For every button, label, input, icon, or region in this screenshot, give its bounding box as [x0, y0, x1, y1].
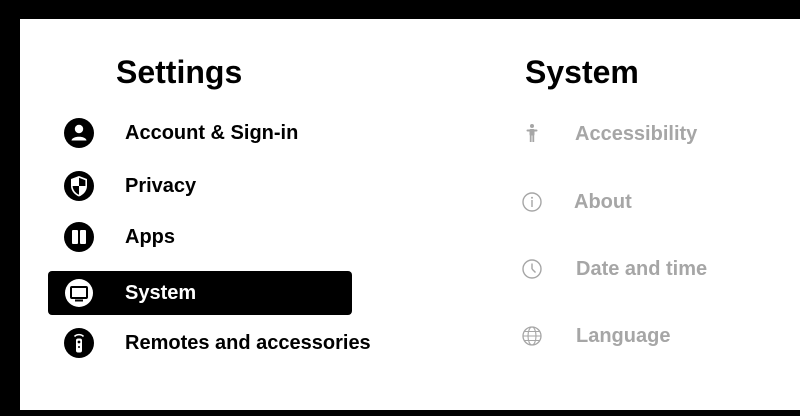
menu-item-remotes-label: Remotes and accessories — [125, 332, 371, 354]
settings-title: Settings — [116, 54, 243, 90]
system-item-language[interactable]: Language — [520, 320, 780, 352]
menu-item-account-label: Account & Sign-in — [125, 122, 299, 144]
system-item-accessibility-label: Accessibility — [575, 123, 698, 145]
system-item-about[interactable]: About — [520, 186, 780, 218]
system-item-accessibility[interactable]: Accessibility — [520, 118, 780, 150]
system-item-language-label: Language — [576, 325, 671, 347]
menu-item-remotes[interactable]: Remotes and accessories — [48, 321, 371, 365]
menu-item-apps[interactable]: Apps — [48, 215, 352, 259]
menu-item-account[interactable]: Account & Sign-in — [48, 111, 352, 155]
menu-item-apps-label: Apps — [125, 226, 175, 248]
menu-item-privacy[interactable]: Privacy — [48, 164, 352, 208]
menu-item-privacy-label: Privacy — [125, 175, 197, 197]
info-icon — [522, 192, 542, 212]
apps-icon — [64, 222, 94, 252]
settings-screen: Settings Account & Sign-in Privacy Apps … — [20, 19, 800, 410]
accessibility-icon — [526, 124, 538, 142]
clock-icon — [522, 259, 542, 279]
tv-frame: Settings Account & Sign-in Privacy Apps … — [0, 0, 800, 416]
system-item-date-time[interactable]: Date and time — [520, 253, 780, 285]
privacy-shield-icon — [64, 171, 94, 201]
menu-item-system[interactable]: System — [48, 271, 352, 315]
menu-item-system-label: System — [125, 282, 197, 304]
globe-icon — [522, 326, 542, 346]
system-item-date-time-label: Date and time — [576, 258, 708, 280]
remote-icon — [64, 328, 94, 358]
system-title: System — [525, 54, 639, 90]
system-tv-icon — [65, 279, 93, 307]
account-icon — [64, 118, 94, 148]
system-item-about-label: About — [574, 191, 632, 213]
